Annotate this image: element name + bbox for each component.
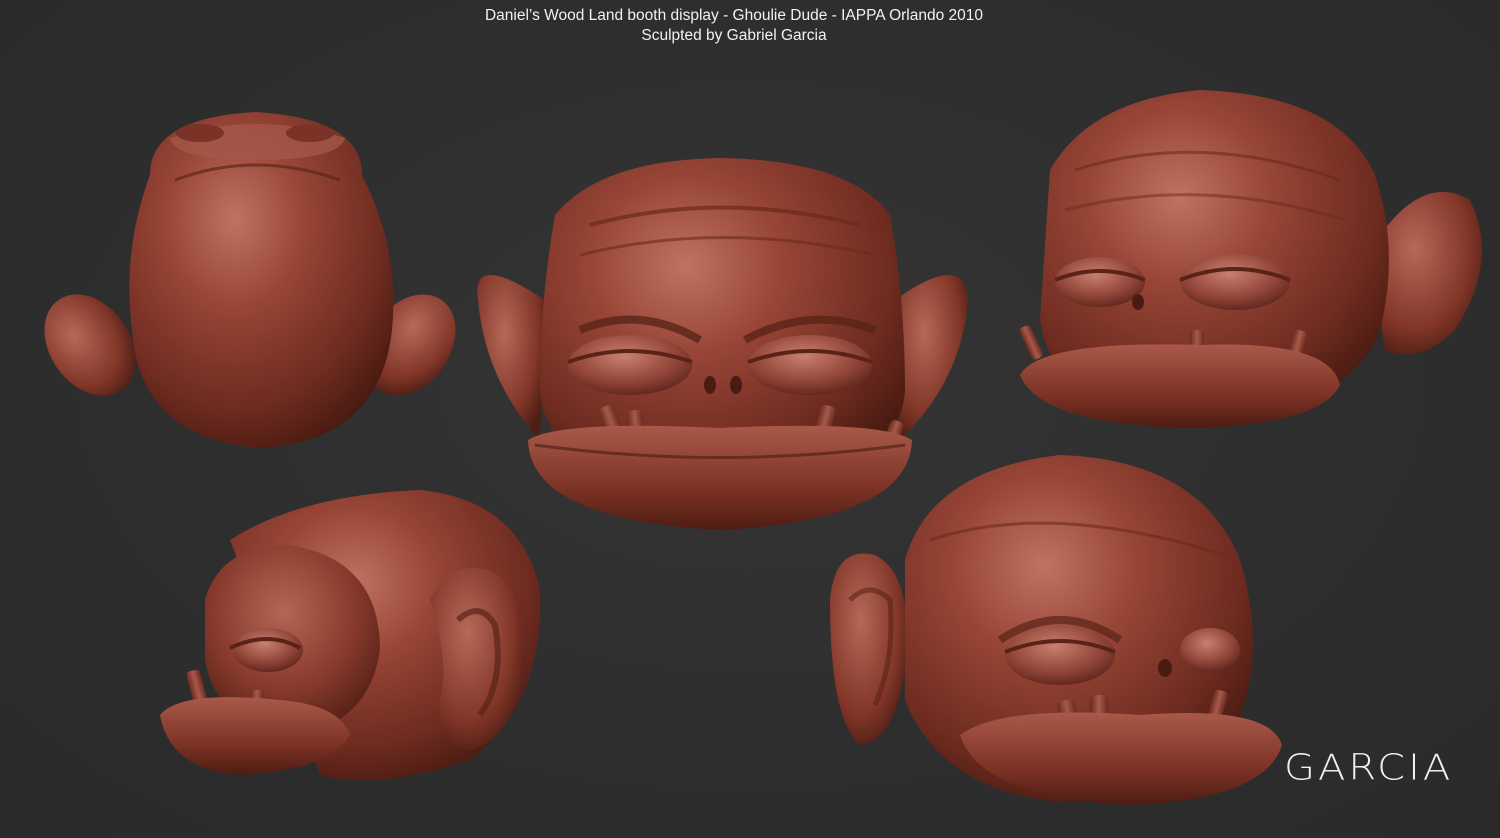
render-canvas: Daniel’s Wood Land booth display - Ghoul…	[0, 0, 1500, 838]
artist-signature: GARCIA	[1284, 747, 1454, 789]
sculpt-renders	[44, 90, 1482, 805]
sculpt-low-three-quarter-view	[830, 455, 1282, 805]
caption: Daniel’s Wood Land booth display - Ghoul…	[0, 6, 1468, 46]
sculpt-side-view	[160, 490, 541, 780]
caption-credit: Sculpted by Gabriel Garcia	[641, 27, 827, 44]
caption-title: Daniel’s Wood Land booth display - Ghoul…	[484, 7, 984, 24]
sculpt-front-view	[477, 158, 968, 530]
sculpt-three-quarter-view	[1019, 90, 1482, 428]
sculpt-top-view	[44, 112, 456, 448]
